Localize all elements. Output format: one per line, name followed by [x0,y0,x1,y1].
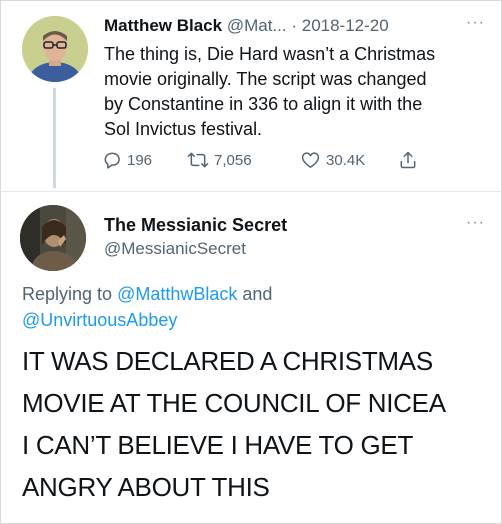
retweet-icon [187,150,209,170]
tweet2-line: ANGRY ABOUT THIS [22,472,270,502]
avatar-matthew-black[interactable] [22,16,88,82]
like-button[interactable]: 30.4K [300,150,365,170]
comment-icon [102,150,122,170]
more-options-icon[interactable]: ··· [466,14,485,32]
separator-dot: · [291,16,297,35]
tweet2-line: I CAN’T BELIEVE I HAVE TO GET [22,430,414,460]
author-name[interactable]: The Messianic Secret [104,215,287,236]
retweet-button[interactable]: 7,056 [187,150,252,170]
thread-connector-line [53,88,56,188]
mention-link[interactable]: @MatthwBlack [117,284,237,304]
author-handle[interactable]: @Mat... [227,16,287,35]
tweet-divider [0,191,502,192]
author-handle[interactable]: @MessianicSecret [104,239,246,259]
tweet1-line: movie originally. The script was changed [104,69,427,89]
heart-icon [300,150,321,170]
replying-to-cont: @UnvirtuousAbbey [22,310,492,331]
avatar-messianic-secret[interactable] [20,205,86,271]
author-name[interactable]: Matthew Black [104,16,222,35]
tweet1-text: The thing is, Die Hard wasn’t a Christma… [104,42,489,142]
like-count: 30.4K [326,151,366,169]
tweet-date[interactable]: 2018-12-20 [302,16,389,35]
reply-count: 196 [127,151,153,169]
mention-link[interactable]: @UnvirtuousAbbey [22,310,177,330]
tweet1-line: by Constantine in 336 to align it with t… [104,94,423,114]
tweet2-line: IT WAS DECLARED A CHRISTMAS [22,346,433,376]
tweet1-line: The thing is, Die Hard wasn’t a Christma… [104,44,436,64]
retweet-count: 7,056 [214,151,252,169]
replying-prefix: Replying to [22,284,118,304]
tweet1-header: Matthew Black @Mat... · 2018-12-20 [104,16,389,36]
tweet1-line: Sol Invictus festival. [104,119,263,139]
tweet2-line: MOVIE AT THE COUNCIL OF NICEA [22,388,446,418]
share-icon [398,150,418,170]
replying-and: and [237,284,273,304]
share-button[interactable] [398,150,418,170]
replying-to: Replying to @MatthwBlack and [22,284,492,305]
more-options-icon[interactable]: ··· [466,214,485,232]
reply-button[interactable]: 196 [102,150,152,170]
